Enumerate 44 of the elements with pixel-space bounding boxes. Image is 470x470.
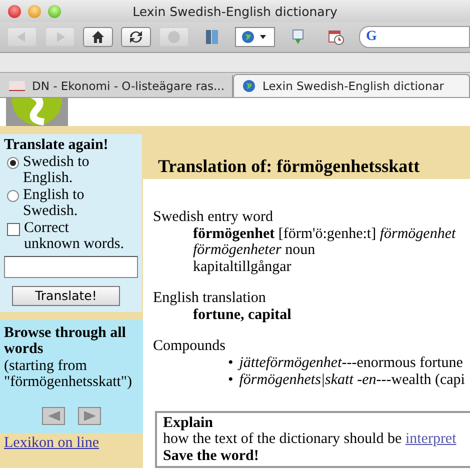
compound-item: förmögenhets|skatt -en---wealth (capi — [239, 372, 466, 388]
calendar-icon — [327, 28, 345, 46]
globe-menu-button[interactable] — [235, 27, 275, 47]
search-field[interactable]: G — [359, 26, 470, 48]
stop-icon — [165, 28, 183, 46]
right-arrow-icon — [84, 410, 96, 420]
compound-item: jätteförmögenhet---enormous fortune — [239, 354, 464, 372]
translate-button[interactable]: Translate! — [12, 286, 120, 306]
explain-heading: Explain — [163, 414, 214, 431]
browser-tab[interactable]: Lexin Swedish-English dictionar — [233, 74, 470, 97]
browse-subtitle: (starting from "förmögenhetsskatt") — [4, 358, 134, 390]
entry-line: förmögenheter noun — [192, 242, 316, 258]
section-label: Compounds — [153, 338, 227, 354]
option-label: Swedish to English. — [23, 154, 90, 186]
close-button[interactable] — [8, 4, 21, 18]
browser-tab[interactable]: DN - Ekonomi - O-listeägare ras... — [0, 75, 234, 97]
reload-button[interactable] — [121, 27, 151, 47]
checkbox-label: Correct unknown words. — [24, 220, 125, 252]
option-label: English to Swedish. — [23, 186, 86, 220]
radio-button[interactable] — [7, 156, 19, 168]
bullet: • — [228, 354, 234, 372]
panel-heading: Translate again! — [4, 137, 110, 154]
bookmarks-icon — [203, 28, 221, 46]
bullet: • — [228, 372, 234, 388]
interpret-link[interactable]: interpret — [405, 431, 456, 447]
section-label: Swedish entry word — [153, 209, 274, 226]
section-label: English translation — [153, 290, 267, 306]
sidebar-link[interactable]: Lexikon on line — [4, 434, 99, 451]
home-button[interactable] — [83, 27, 113, 47]
left-arrow-icon — [48, 410, 60, 420]
checkbox[interactable] — [7, 222, 20, 236]
entry-line: förmögenhet [förm'ö:genhe:t] förmögenhet — [192, 226, 457, 242]
globe-icon — [242, 79, 256, 93]
previous-button[interactable] — [42, 406, 65, 424]
next-button[interactable] — [78, 406, 101, 424]
explain-text: how the text of the dictionary should be interpret — [163, 431, 458, 448]
radio-button[interactable] — [7, 190, 19, 202]
translation-heading: Translation of: förmögenhetsskatt — [158, 156, 420, 176]
save-heading: Save the word! — [163, 448, 260, 464]
word-input[interactable] — [4, 256, 138, 278]
entry-line: kapitaltillgångar — [192, 258, 292, 275]
panel-heading: Browse through all words — [4, 324, 127, 358]
entry-line: fortune, capital — [192, 306, 292, 323]
window-title: Lexin Swedish-English dictionary — [132, 4, 338, 18]
